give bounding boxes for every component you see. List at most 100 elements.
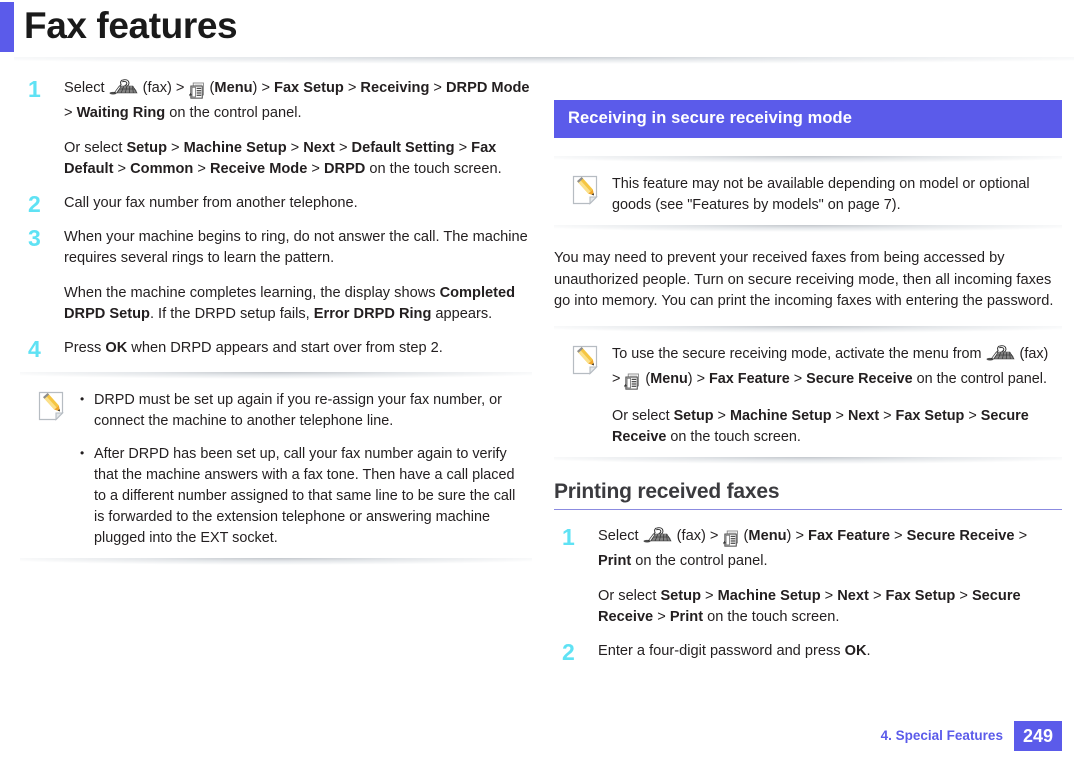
text-run: Select [64,80,109,96]
step-paragraph: Or select Setup > Machine Setup > Next >… [598,586,1062,628]
emphasis-text: Fax Feature [708,370,790,387]
note-content: This feature may not be available depend… [612,173,1058,216]
step-paragraph: Or select Setup > Machine Setup > Next >… [64,138,532,180]
page-title: Fax features [24,5,238,46]
text-run: on the control panel. [912,370,1047,387]
svg-text:*: * [624,382,628,392]
emphasis-text: Setup [126,140,167,156]
text-run: when DRPD appears and start over from st… [127,340,443,356]
note-content: DRPD must be set up again if you re-assi… [78,389,528,549]
text-run: > [307,161,324,177]
text-run: on the touch screen. [703,608,840,625]
text-run: > [889,527,907,544]
text-run: > [343,80,361,96]
text-run: appears. [431,306,493,322]
text-run: > [653,608,670,625]
text-run: (fax) > [138,80,189,96]
step-body: Select (fax) > * (Menu) > Fax Feature > … [598,526,1062,628]
text-run: (fax) > [672,527,723,544]
step-paragraph: When your machine begins to ring, do not… [64,227,532,269]
text-run: > [454,140,472,156]
text-run: Enter a four-digit password and press [598,642,845,659]
emphasis-text: Fax Setup [274,80,344,96]
text-run: on the control panel. [631,552,768,569]
emphasis-text: Print [669,608,704,625]
text-run: on the touch screen. [666,428,801,445]
text-run: > [820,587,838,604]
text-run: ) > [252,80,275,96]
fax-icon [986,344,1016,369]
text-run: > [429,80,447,96]
note-pencil-icon [572,345,598,375]
emphasis-text: DRPD [323,161,366,177]
step-item: 1 Select (fax) > * (Menu) > Fax Feature >… [554,523,1062,628]
emphasis-text: Default Setting [351,140,455,156]
note-pencil-icon [38,391,64,421]
text-run: > [193,161,210,177]
text-run: > [964,407,981,424]
step-number: 1 [28,76,41,102]
step-paragraph: Call your fax number from another teleph… [64,193,532,214]
emphasis-text: Receiving [360,80,430,96]
step-paragraph: Select (fax) > * (Menu) > Fax Setup > Re… [64,78,532,124]
emphasis-text: Setup [673,407,714,424]
emphasis-text: OK [105,340,128,356]
text-run: > [334,140,352,156]
fax-icon [109,78,139,103]
text-run: . [866,642,871,659]
page-footer: 4. Special Features 249 [881,721,1062,751]
text-run: Press [64,340,106,356]
step-body: When your machine begins to ring, do not… [64,227,532,325]
text-run: > [831,407,848,424]
note-box-availability: This feature may not be available depend… [554,156,1062,232]
step-body: Enter a four-digit password and press OK… [598,641,1062,662]
emphasis-text: OK [844,642,867,659]
header-accent-bar [0,2,14,52]
emphasis-text: Setup [660,587,701,604]
emphasis-text: Next [303,140,335,156]
step-number: 2 [562,638,575,665]
text-run: > [167,140,184,156]
step-body: Press OK when DRPD appears and start ove… [64,338,532,359]
right-steps-list: 1 Select (fax) > * (Menu) > Fax Feature >… [554,523,1062,665]
text-run: > [286,140,304,156]
text-run: Select [598,527,643,544]
note-text: This feature may not be available depend… [612,176,1030,213]
subheading-divider [554,508,1062,510]
step-paragraph: Press OK when DRPD appears and start ove… [64,338,532,359]
text-run: > [1014,527,1028,544]
left-steps-list: 1 Select (fax) > * (Menu) > Fax Setup > R… [20,76,532,362]
text-run: ) > [687,370,709,387]
emphasis-text: Machine Setup [183,140,287,156]
emphasis-text: Waiting Ring [76,105,166,121]
emphasis-text: Next [847,407,880,424]
text-run: > [868,587,886,604]
emphasis-text: DRPD Mode [446,80,530,96]
menu-icon: * [624,373,641,394]
emphasis-text: Print [598,552,632,569]
menu-icon: * [722,530,740,551]
step-number: 4 [28,336,41,362]
fax-icon [643,526,673,551]
step-item: 2 Call your fax number from another telep… [20,191,532,217]
note-box-drpd: DRPD must be set up again if you re-assi… [20,372,532,565]
emphasis-text: Next [837,587,869,604]
text-run: on the touch screen. [365,161,502,177]
text-run: . If the DRPD setup fails, [149,306,314,322]
menu-icon: * [188,82,206,103]
note-paragraph: Or select Setup > Machine Setup > Next >… [612,406,1058,448]
step-number: 1 [562,523,575,550]
text-run: > [64,105,77,121]
text-run: Call your fax number from another teleph… [64,195,358,211]
step-body: Select (fax) > * (Menu) > Fax Setup > Re… [64,78,532,180]
emphasis-text: Menu [214,80,253,96]
text-run: ( [641,370,651,387]
step-paragraph: Select (fax) > * (Menu) > Fax Feature > … [598,526,1062,572]
step-number: 2 [28,191,41,217]
step-item: 4 Press OK when DRPD appears and start ov… [20,336,532,362]
step-body: Call your fax number from another teleph… [64,193,532,214]
text-run: > [113,161,131,177]
text-run: > [713,407,730,424]
emphasis-text: Fax Setup [895,407,965,424]
emphasis-text: Receive Mode [210,161,308,177]
